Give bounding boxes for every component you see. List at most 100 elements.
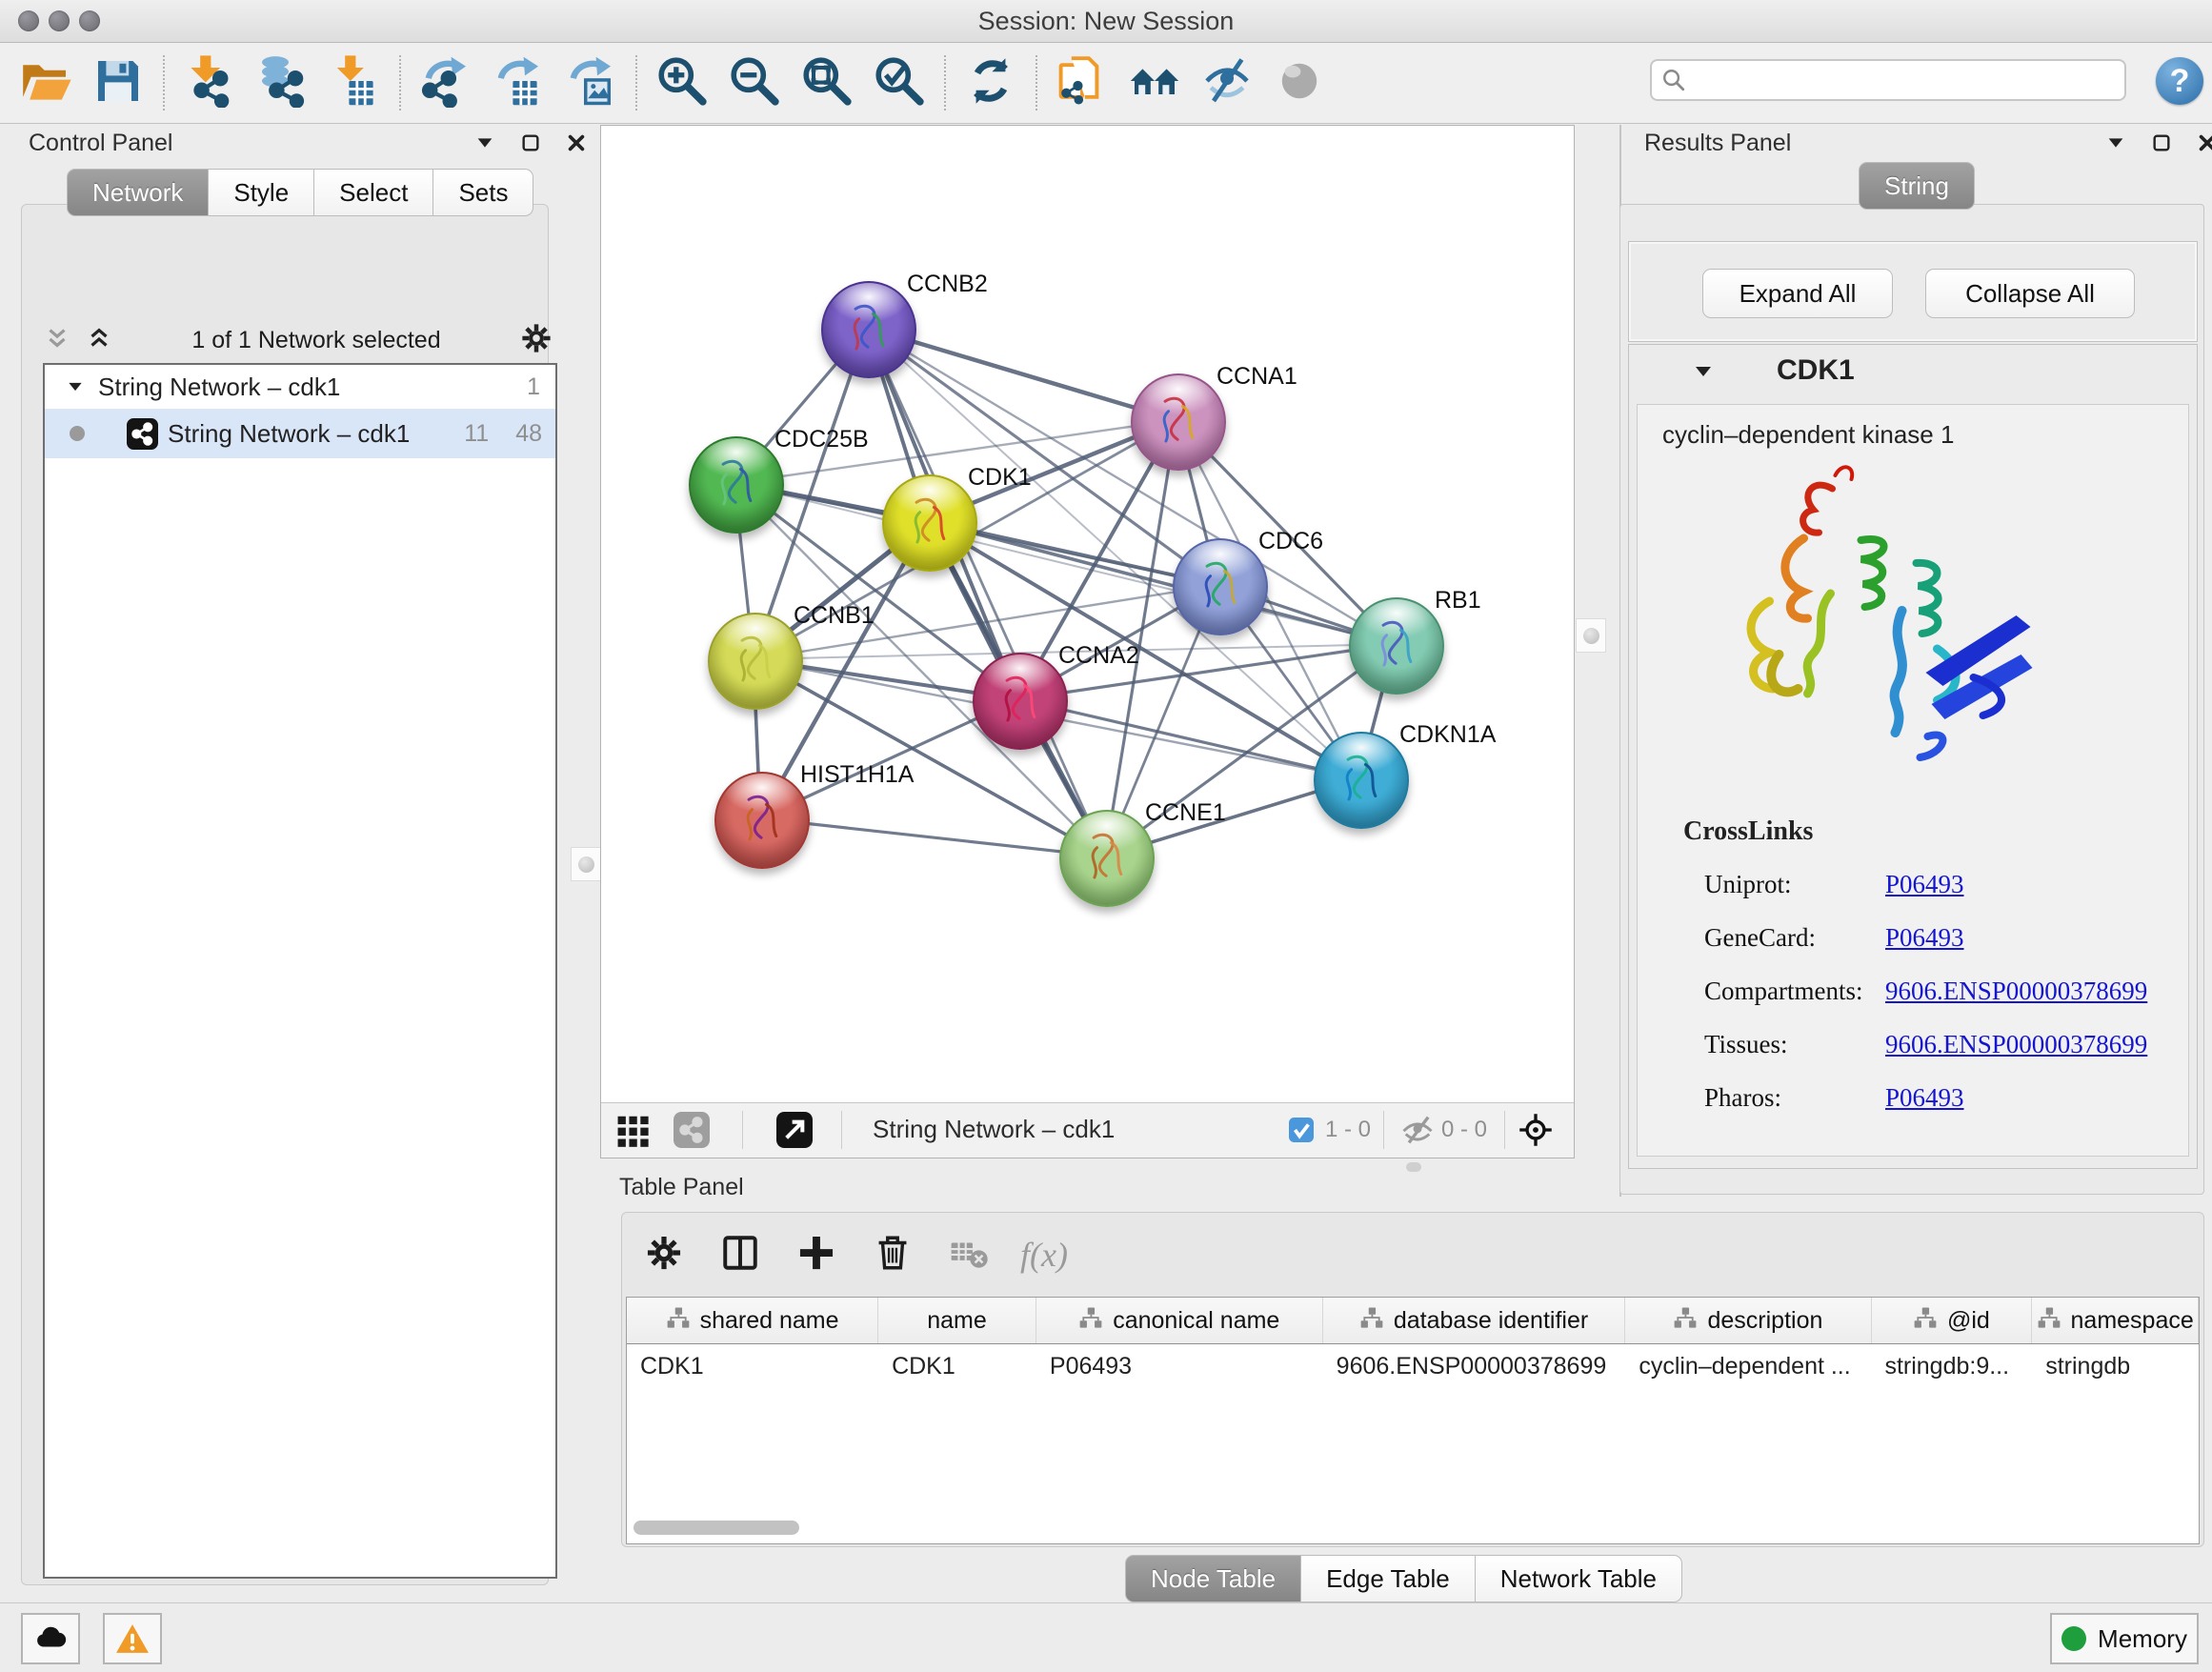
hide-show-button[interactable] xyxy=(1191,49,1263,117)
cell-description[interactable]: cyclin–dependent ... xyxy=(1625,1344,1871,1388)
network-node-cdc25b[interactable] xyxy=(689,436,784,534)
show-all-networks-button[interactable] xyxy=(1118,49,1191,117)
birds-eye-icon[interactable] xyxy=(1518,1111,1554,1149)
crosslink-genecard-link[interactable]: P06493 xyxy=(1885,923,1964,953)
column-header-name[interactable]: name xyxy=(878,1298,1036,1343)
column-header-canonicalname[interactable]: canonical name xyxy=(1036,1298,1323,1343)
column-header-sharedname[interactable]: shared name xyxy=(627,1298,878,1343)
crosslink-pharos-link[interactable]: P06493 xyxy=(1885,1083,1964,1113)
tab-style[interactable]: Style xyxy=(209,169,314,216)
tab-sets[interactable]: Sets xyxy=(433,169,533,216)
collapse-gene-caret-icon[interactable] xyxy=(1692,360,1715,383)
expand-all-button[interactable]: Expand All xyxy=(1702,269,1893,318)
cloud-status-button[interactable] xyxy=(21,1613,80,1664)
tab-select[interactable]: Select xyxy=(314,169,433,216)
help-button[interactable]: ? xyxy=(2156,57,2203,105)
zoom-out-button[interactable] xyxy=(718,49,791,117)
save-session-button[interactable] xyxy=(82,49,154,117)
float-panel-icon[interactable] xyxy=(2151,132,2172,153)
network-manager-panel: 1 of 1 Network selected String Network –… xyxy=(21,204,549,1585)
network-node-ccna2[interactable] xyxy=(973,653,1068,750)
crosslink-tissues-link[interactable]: 9606.ENSP00000378699 xyxy=(1885,1030,2147,1059)
tab-network-table[interactable]: Network Table xyxy=(1476,1555,1682,1602)
memory-button[interactable]: Memory xyxy=(2050,1613,2199,1664)
network-node-rb1[interactable] xyxy=(1349,597,1444,695)
left-splitter-grip[interactable] xyxy=(571,847,601,881)
grid-view-icon[interactable] xyxy=(614,1111,651,1149)
tab-node-table[interactable]: Node Table xyxy=(1125,1555,1301,1602)
open-in-window-icon[interactable] xyxy=(776,1111,813,1149)
panel-menu-icon[interactable] xyxy=(2105,132,2126,153)
network-overview-icon[interactable] xyxy=(674,1111,710,1149)
zoom-in-button[interactable] xyxy=(646,49,718,117)
collapse-all-button[interactable]: Collapse All xyxy=(1925,269,2135,318)
tab-network[interactable]: Network xyxy=(67,169,209,216)
cell-databaseidentifier[interactable]: 9606.ENSP00000378699 xyxy=(1323,1344,1626,1388)
network-node-ccna1[interactable] xyxy=(1131,373,1226,471)
network-row-selected[interactable]: String Network – cdk1 11 48 xyxy=(45,409,555,458)
delete-column-button[interactable] xyxy=(868,1230,917,1279)
column-header-id[interactable]: @id xyxy=(1872,1298,2033,1343)
show-columns-button[interactable] xyxy=(715,1230,765,1279)
float-panel-icon[interactable] xyxy=(520,132,541,153)
expand-all-networks-icon[interactable] xyxy=(85,324,113,357)
network-node-cdc6[interactable] xyxy=(1173,538,1268,635)
selected-checkbox[interactable] xyxy=(1289,1111,1314,1149)
network-edge[interactable] xyxy=(1018,699,1359,778)
copy-session-button[interactable] xyxy=(1046,49,1118,117)
search-field[interactable] xyxy=(1650,59,2126,101)
network-options-gear-icon[interactable] xyxy=(519,321,553,360)
table-horizontal-scrollbar[interactable] xyxy=(633,1521,799,1535)
open-session-button[interactable] xyxy=(10,49,82,117)
table-row[interactable]: CDK1CDK1P064939606.ENSP00000378699cyclin… xyxy=(627,1344,2199,1388)
network-collection-row[interactable]: String Network – cdk1 1 xyxy=(45,365,555,409)
close-panel-icon[interactable] xyxy=(2197,132,2212,153)
zoom-selected-button[interactable] xyxy=(863,49,935,117)
network-node-ccne1[interactable] xyxy=(1059,810,1155,907)
network-edge[interactable] xyxy=(760,818,1105,856)
network-node-ccnb2[interactable] xyxy=(821,281,916,378)
zoom-fit-button[interactable] xyxy=(791,49,863,117)
delete-table-button xyxy=(944,1230,994,1279)
warnings-button[interactable] xyxy=(103,1613,162,1664)
crosslink-uniprot-link[interactable]: P06493 xyxy=(1885,870,1964,899)
close-panel-icon[interactable] xyxy=(566,132,587,153)
cell-id[interactable]: stringdb:9... xyxy=(1871,1344,2032,1388)
import-database-button[interactable] xyxy=(246,49,318,117)
table-options-gear-button[interactable] xyxy=(639,1230,689,1279)
tab-edge-table[interactable]: Edge Table xyxy=(1301,1555,1476,1602)
column-label: shared name xyxy=(700,1307,839,1335)
network-node-count: 11 xyxy=(464,420,489,448)
inactive-toggle-button[interactable] xyxy=(1263,49,1336,117)
column-header-namespace[interactable]: namespace xyxy=(2032,1298,2199,1343)
collapse-all-networks-icon[interactable] xyxy=(43,324,71,357)
panel-menu-icon[interactable] xyxy=(474,132,495,153)
import-table-button[interactable] xyxy=(318,49,391,117)
network-node-ccnb1[interactable] xyxy=(708,613,803,710)
cell-sharedname[interactable]: CDK1 xyxy=(627,1344,878,1388)
network-node-cdk1[interactable] xyxy=(882,474,977,572)
search-input[interactable] xyxy=(1694,66,2115,94)
tab-string[interactable]: String xyxy=(1859,162,1975,210)
collection-caret-icon[interactable] xyxy=(66,377,85,396)
import-network-button[interactable] xyxy=(173,49,246,117)
cell-name[interactable]: CDK1 xyxy=(878,1344,1036,1388)
network-node-cdkn1a[interactable] xyxy=(1314,732,1409,829)
node-label: RB1 xyxy=(1435,587,1481,614)
export-table-button[interactable] xyxy=(482,49,554,117)
cell-namespace[interactable]: stringdb xyxy=(2032,1344,2199,1388)
network-edge[interactable] xyxy=(928,521,1395,644)
right-splitter-grip[interactable] xyxy=(1576,618,1606,653)
crosslink-compartments-link[interactable]: 9606.ENSP00000378699 xyxy=(1885,977,2147,1006)
network-canvas[interactable]: CCNB2CCNA1CDC25BCDK1CDC6RB1CCNB1CCNA2CDK… xyxy=(601,126,1574,1102)
hidden-eye-icon xyxy=(1399,1111,1436,1149)
export-network-button[interactable] xyxy=(410,49,482,117)
column-header-description[interactable]: description xyxy=(1625,1298,1871,1343)
cell-canonicalname[interactable]: P06493 xyxy=(1036,1344,1323,1388)
refresh-layout-button[interactable] xyxy=(955,49,1027,117)
add-column-button[interactable] xyxy=(792,1230,841,1279)
network-node-hist1h1a[interactable] xyxy=(714,772,810,869)
gene-details: cyclin–dependent kinase 1 CrossLinks Uni… xyxy=(1637,404,2189,1157)
column-header-databaseidentifier[interactable]: database identifier xyxy=(1323,1298,1626,1343)
export-image-button[interactable] xyxy=(554,49,627,117)
